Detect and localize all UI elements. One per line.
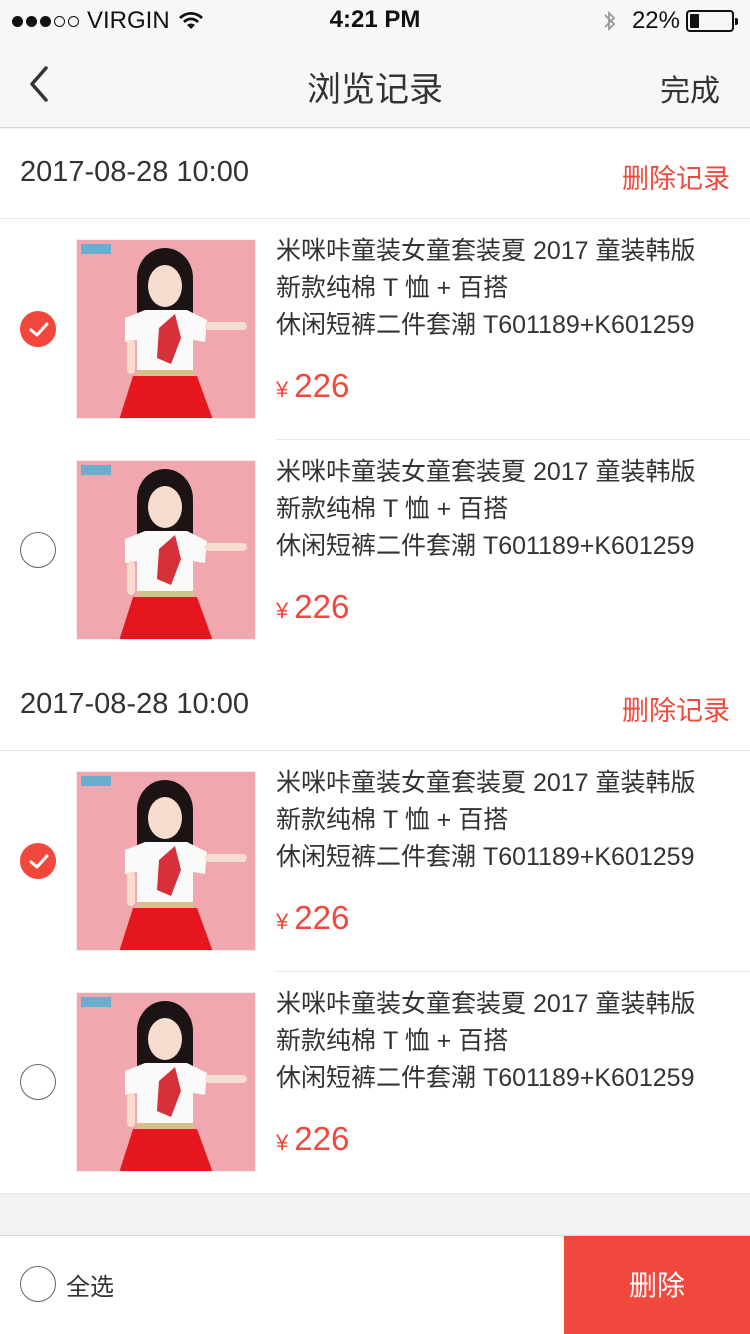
price-value: 226 bbox=[294, 367, 350, 404]
product-title-line: 休闲短裤二件套潮 T601189+K601259 bbox=[276, 1064, 695, 1092]
history-group: 2017-08-28 10:00 删除记录 米咪咔童装女童套装夏 2017 童装… bbox=[0, 129, 750, 661]
currency-symbol: ¥ bbox=[276, 377, 289, 402]
select-all-toggle[interactable]: 全选 bbox=[20, 1266, 114, 1302]
select-all-checkbox[interactable] bbox=[20, 1266, 56, 1302]
item-checkbox[interactable] bbox=[20, 843, 56, 879]
currency-symbol: ¥ bbox=[276, 598, 289, 623]
currency-symbol: ¥ bbox=[276, 909, 289, 934]
bluetooth-icon bbox=[604, 10, 616, 32]
product-price: ¥226 bbox=[276, 1120, 349, 1158]
product-title[interactable]: 米咪咔童装女童套装夏 2017 童装韩版 新款纯棉 T 恤 + 百搭 休闲短裤二… bbox=[276, 986, 736, 1097]
list-item: 米咪咔童装女童套装夏 2017 童装韩版 新款纯棉 T 恤 + 百搭 休闲短裤二… bbox=[0, 972, 750, 1193]
group-date: 2017-08-28 10:00 bbox=[20, 156, 249, 188]
product-image[interactable] bbox=[76, 239, 256, 419]
battery-icon bbox=[686, 10, 738, 32]
product-title-line: 新款纯棉 T 恤 + 百搭 bbox=[276, 274, 509, 302]
checkmark-icon bbox=[29, 322, 49, 337]
list-item: 米咪咔童装女童套装夏 2017 童装韩版 新款纯棉 T 恤 + 百搭 休闲短裤二… bbox=[0, 440, 750, 661]
item-checkbox[interactable] bbox=[20, 311, 56, 347]
product-price: ¥226 bbox=[276, 588, 349, 626]
item-checkbox[interactable] bbox=[20, 532, 56, 568]
checkmark-icon bbox=[29, 854, 49, 869]
product-title[interactable]: 米咪咔童装女童套装夏 2017 童装韩版 新款纯棉 T 恤 + 百搭 休闲短裤二… bbox=[276, 233, 736, 344]
history-list: 2017-08-28 10:00 删除记录 米咪咔童装女童套装夏 2017 童装… bbox=[0, 129, 750, 1194]
price-value: 226 bbox=[294, 588, 350, 625]
product-title-line: 休闲短裤二件套潮 T601189+K601259 bbox=[276, 532, 695, 560]
product-image[interactable] bbox=[76, 771, 256, 951]
product-title-line: 新款纯棉 T 恤 + 百搭 bbox=[276, 806, 509, 834]
product-title-line: 休闲短裤二件套潮 T601189+K601259 bbox=[276, 311, 695, 339]
product-title-line: 米咪咔童装女童套装夏 2017 童装韩版 bbox=[276, 769, 696, 797]
price-value: 226 bbox=[294, 1120, 350, 1157]
product-price: ¥226 bbox=[276, 367, 349, 405]
list-item: 米咪咔童装女童套装夏 2017 童装韩版 新款纯棉 T 恤 + 百搭 休闲短裤二… bbox=[0, 219, 750, 440]
product-title-line: 休闲短裤二件套潮 T601189+K601259 bbox=[276, 843, 695, 871]
product-title-line: 新款纯棉 T 恤 + 百搭 bbox=[276, 495, 509, 523]
product-title-line: 米咪咔童装女童套装夏 2017 童装韩版 bbox=[276, 237, 696, 265]
product-image[interactable] bbox=[76, 992, 256, 1172]
history-group: 2017-08-28 10:00 删除记录 米咪咔童装女童套装夏 2017 童装… bbox=[0, 661, 750, 1194]
group-header: 2017-08-28 10:00 删除记录 bbox=[0, 661, 750, 751]
currency-symbol: ¥ bbox=[276, 1130, 289, 1155]
delete-record-button[interactable]: 删除记录 bbox=[622, 689, 730, 728]
product-title[interactable]: 米咪咔童装女童套装夏 2017 童装韩版 新款纯棉 T 恤 + 百搭 休闲短裤二… bbox=[276, 765, 736, 876]
item-checkbox[interactable] bbox=[20, 1064, 56, 1100]
product-title-line: 米咪咔童装女童套装夏 2017 童装韩版 bbox=[276, 990, 696, 1018]
status-bar: VIRGIN 4:21 PM 22% bbox=[0, 0, 750, 40]
select-all-label: 全选 bbox=[66, 1273, 114, 1301]
product-price: ¥226 bbox=[276, 899, 349, 937]
delete-button[interactable]: 删除 bbox=[564, 1236, 750, 1334]
product-title[interactable]: 米咪咔童装女童套装夏 2017 童装韩版 新款纯棉 T 恤 + 百搭 休闲短裤二… bbox=[276, 454, 736, 565]
nav-bar: 浏览记录 完成 bbox=[0, 40, 750, 128]
group-date: 2017-08-28 10:00 bbox=[20, 688, 249, 720]
delete-record-button[interactable]: 删除记录 bbox=[622, 157, 730, 196]
group-header: 2017-08-28 10:00 删除记录 bbox=[0, 129, 750, 219]
price-value: 226 bbox=[294, 899, 350, 936]
bottom-action-bar: 全选 删除 bbox=[0, 1235, 750, 1334]
battery-percent: 22% bbox=[631, 7, 680, 34]
done-button[interactable]: 完成 bbox=[660, 66, 720, 110]
product-title-line: 米咪咔童装女童套装夏 2017 童装韩版 bbox=[276, 458, 696, 486]
page-title: 浏览记录 bbox=[307, 71, 443, 109]
product-title-line: 新款纯棉 T 恤 + 百搭 bbox=[276, 1027, 509, 1055]
product-image[interactable] bbox=[76, 460, 256, 640]
list-item: 米咪咔童装女童套装夏 2017 童装韩版 新款纯棉 T 恤 + 百搭 休闲短裤二… bbox=[0, 751, 750, 972]
